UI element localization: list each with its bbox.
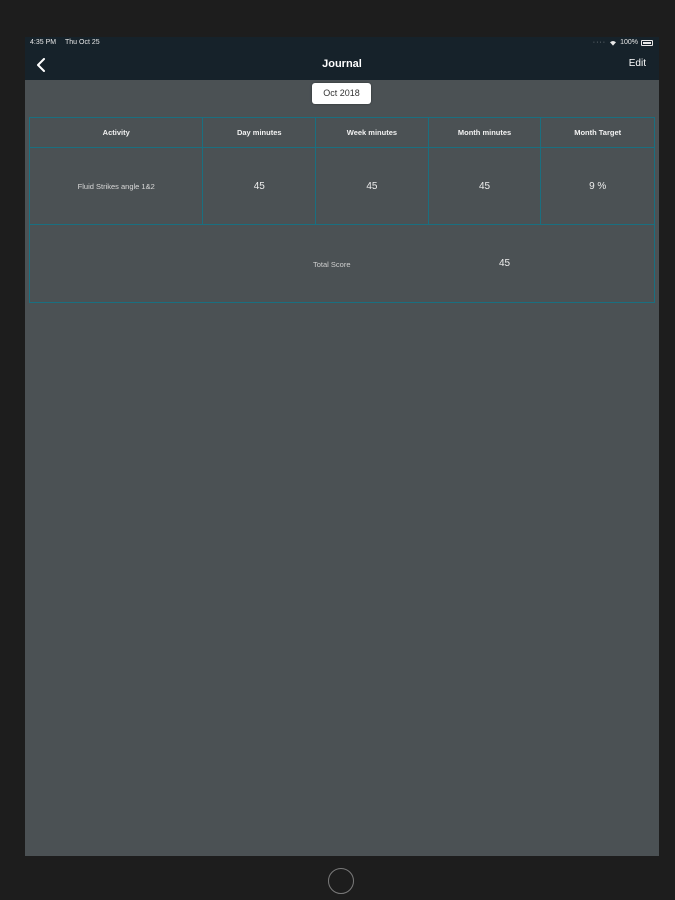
month-minutes-cell: 45 xyxy=(429,148,542,224)
total-score-value: 45 xyxy=(499,258,511,269)
total-score-row: Total Score 45 xyxy=(30,225,654,302)
header-activity: Activity xyxy=(30,118,204,147)
screen: 4:35 PM Thu Oct 25 ···· 100% Journal Edi… xyxy=(25,37,659,856)
journal-table: Activity Day minutes Week minutes Month … xyxy=(29,117,655,303)
status-time: 4:35 PM xyxy=(30,39,57,46)
week-minutes-cell: 45 xyxy=(316,148,429,224)
wifi-icon xyxy=(610,40,617,46)
month-selector[interactable]: Oct 2018 xyxy=(312,83,371,104)
day-minutes-cell: 45 xyxy=(203,148,317,224)
header-month-minutes: Month minutes xyxy=(429,118,542,147)
navigation-bar: Journal Edit xyxy=(25,50,659,80)
header-week-minutes: Week minutes xyxy=(316,118,429,147)
device-frame: 4:35 PM Thu Oct 25 ···· 100% Journal Edi… xyxy=(0,0,675,900)
status-bar: 4:35 PM Thu Oct 25 ···· 100% xyxy=(25,37,659,50)
activity-cell: Fluid Strikes angle 1&2 xyxy=(30,148,204,224)
status-indicators: ···· 100% xyxy=(593,39,653,46)
battery-percent: 100% xyxy=(620,39,638,46)
signal-icon: ···· xyxy=(592,39,607,46)
table-header-row: Activity Day minutes Week minutes Month … xyxy=(30,118,654,148)
status-date: Thu Oct 25 xyxy=(65,39,100,46)
month-target-cell: 9 % xyxy=(589,180,607,192)
total-score-label: Total Score xyxy=(313,260,351,269)
table-row[interactable]: Fluid Strikes angle 1&2 45 45 45 9 % xyxy=(30,148,654,225)
battery-icon xyxy=(641,39,653,46)
header-day-minutes: Day minutes xyxy=(203,118,317,147)
edit-button[interactable]: Edit xyxy=(629,58,646,69)
header-month-target: Month Target xyxy=(574,128,622,137)
home-button[interactable] xyxy=(328,868,354,894)
page-title: Journal xyxy=(322,58,362,70)
